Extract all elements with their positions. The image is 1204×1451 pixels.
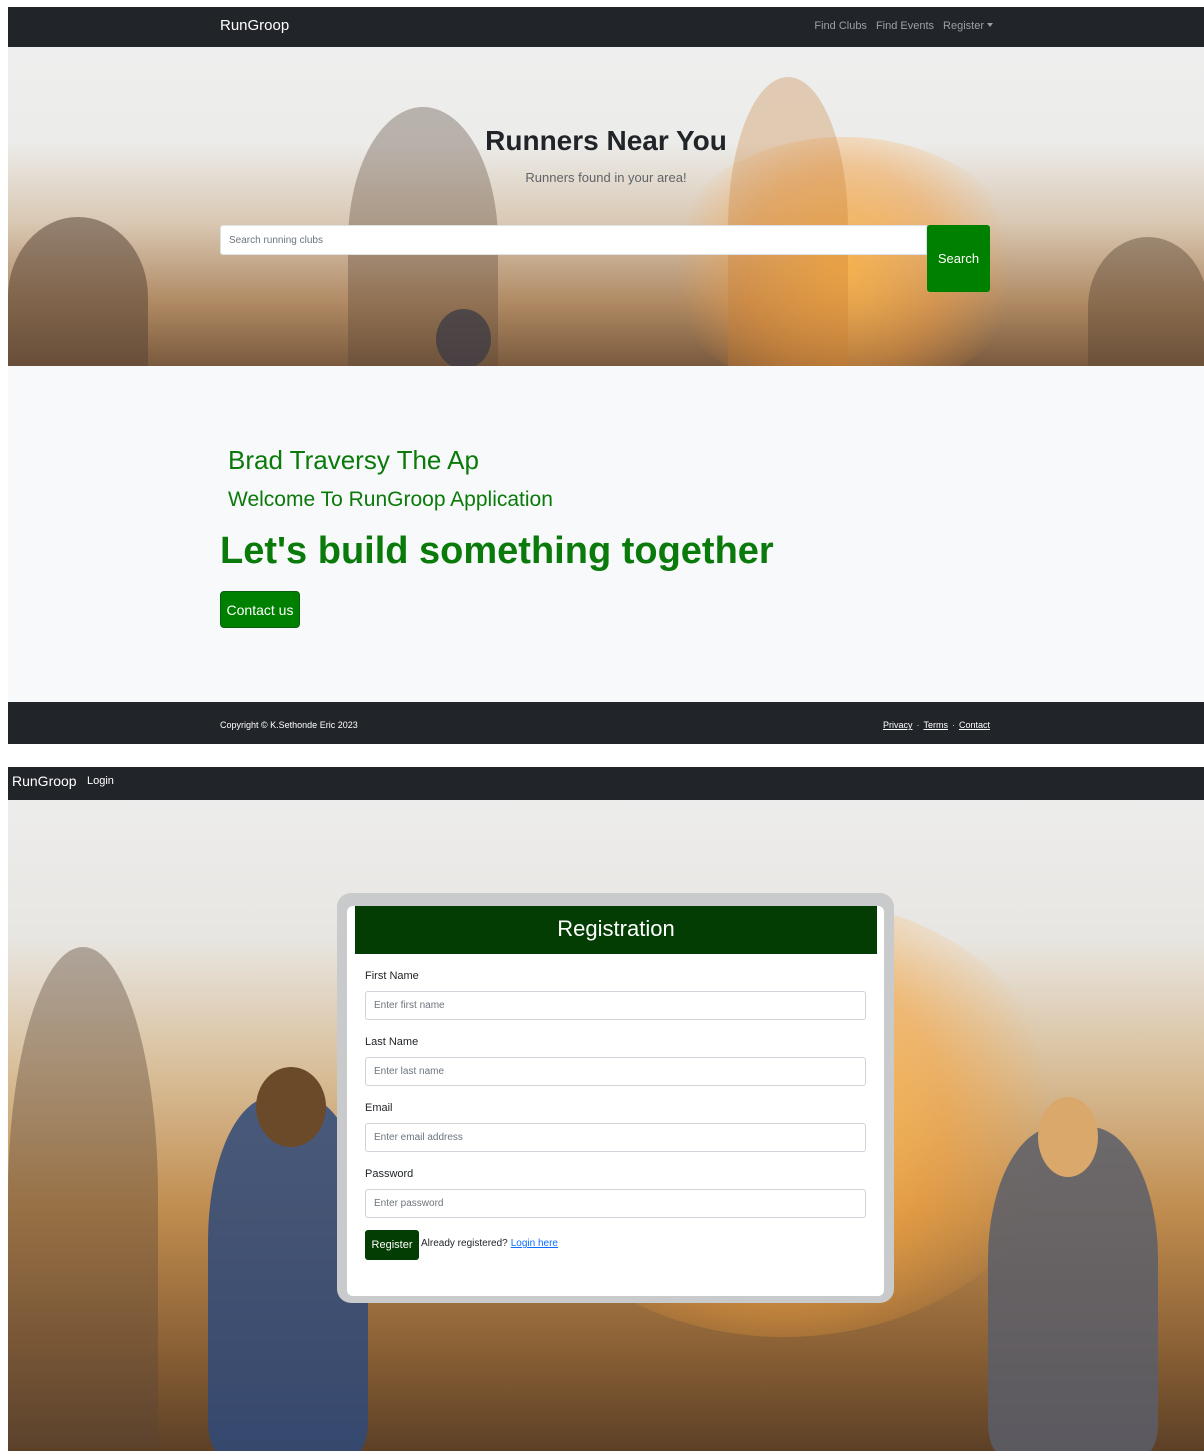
nav-register-dropdown[interactable]: Register <box>943 20 993 32</box>
login-here-link[interactable]: Login here <box>511 1238 558 1249</box>
caret-down-icon <box>987 23 993 27</box>
search-input[interactable] <box>220 225 927 255</box>
register-navbar: RunGroop Login <box>8 767 1204 800</box>
background-runner-head <box>1038 1097 1098 1177</box>
nav-find-events[interactable]: Find Events <box>876 20 934 32</box>
nav-login[interactable]: Login <box>87 775 114 787</box>
footer-link-terms[interactable]: Terms <box>923 720 948 730</box>
home-navbar: RunGroop Find Clubs Find Events Register <box>8 7 1204 47</box>
hero-banner: Runners Near You Runners found in your a… <box>8 47 1204 366</box>
register-button[interactable]: Register <box>365 1230 419 1260</box>
hero-background-tree <box>8 217 148 366</box>
already-registered-label: Already registered? <box>421 1238 508 1249</box>
email-label: Email <box>365 1102 393 1114</box>
hero-subtitle: Runners found in your area! <box>525 170 687 185</box>
nav-find-clubs[interactable]: Find Clubs <box>814 20 867 32</box>
heading-welcome: Welcome To RunGroop Application <box>228 488 553 511</box>
first-name-label: First Name <box>365 970 419 982</box>
navbar-brand[interactable]: RunGroop <box>220 17 289 34</box>
already-registered-text: Already registered? Login here <box>421 1238 558 1249</box>
hero-background-tree <box>728 77 848 366</box>
footer-links: Privacy · Terms · Contact <box>883 720 990 730</box>
home-footer: Copyright © K.Sethonde Eric 2023 Privacy… <box>8 702 1204 744</box>
nav-register-label: Register <box>943 20 984 32</box>
search-button[interactable]: Search <box>927 225 990 292</box>
background-tree <box>8 947 158 1447</box>
footer-link-contact[interactable]: Contact <box>959 720 990 730</box>
copyright-text: Copyright © K.Sethonde Eric 2023 <box>220 720 358 730</box>
last-name-label: Last Name <box>365 1036 419 1048</box>
last-name-input[interactable] <box>365 1057 866 1086</box>
footer-separator: · <box>951 720 955 730</box>
heading-brad-traversy: Brad Traversy The Ap <box>228 445 479 475</box>
heading-build-together: Let's build something together <box>220 530 774 572</box>
background-runner-head <box>256 1067 326 1147</box>
first-name-input[interactable] <box>365 991 866 1020</box>
navbar-brand[interactable]: RunGroop <box>12 773 77 789</box>
hero-title: Runners Near You <box>485 125 727 156</box>
hero-background-tree <box>1088 237 1204 366</box>
home-screen: RunGroop Find Clubs Find Events Register… <box>8 7 1204 744</box>
password-input[interactable] <box>365 1189 866 1218</box>
registration-title: Registration <box>355 906 877 954</box>
footer-link-privacy[interactable]: Privacy <box>883 720 913 730</box>
footer-separator: · <box>916 720 920 730</box>
contact-us-button[interactable]: Contact us <box>220 591 300 628</box>
password-label: Password <box>365 1168 414 1180</box>
email-input[interactable] <box>365 1123 866 1152</box>
hero-runner-head <box>436 309 491 366</box>
navbar-links: Find Clubs Find Events Register <box>814 20 993 32</box>
